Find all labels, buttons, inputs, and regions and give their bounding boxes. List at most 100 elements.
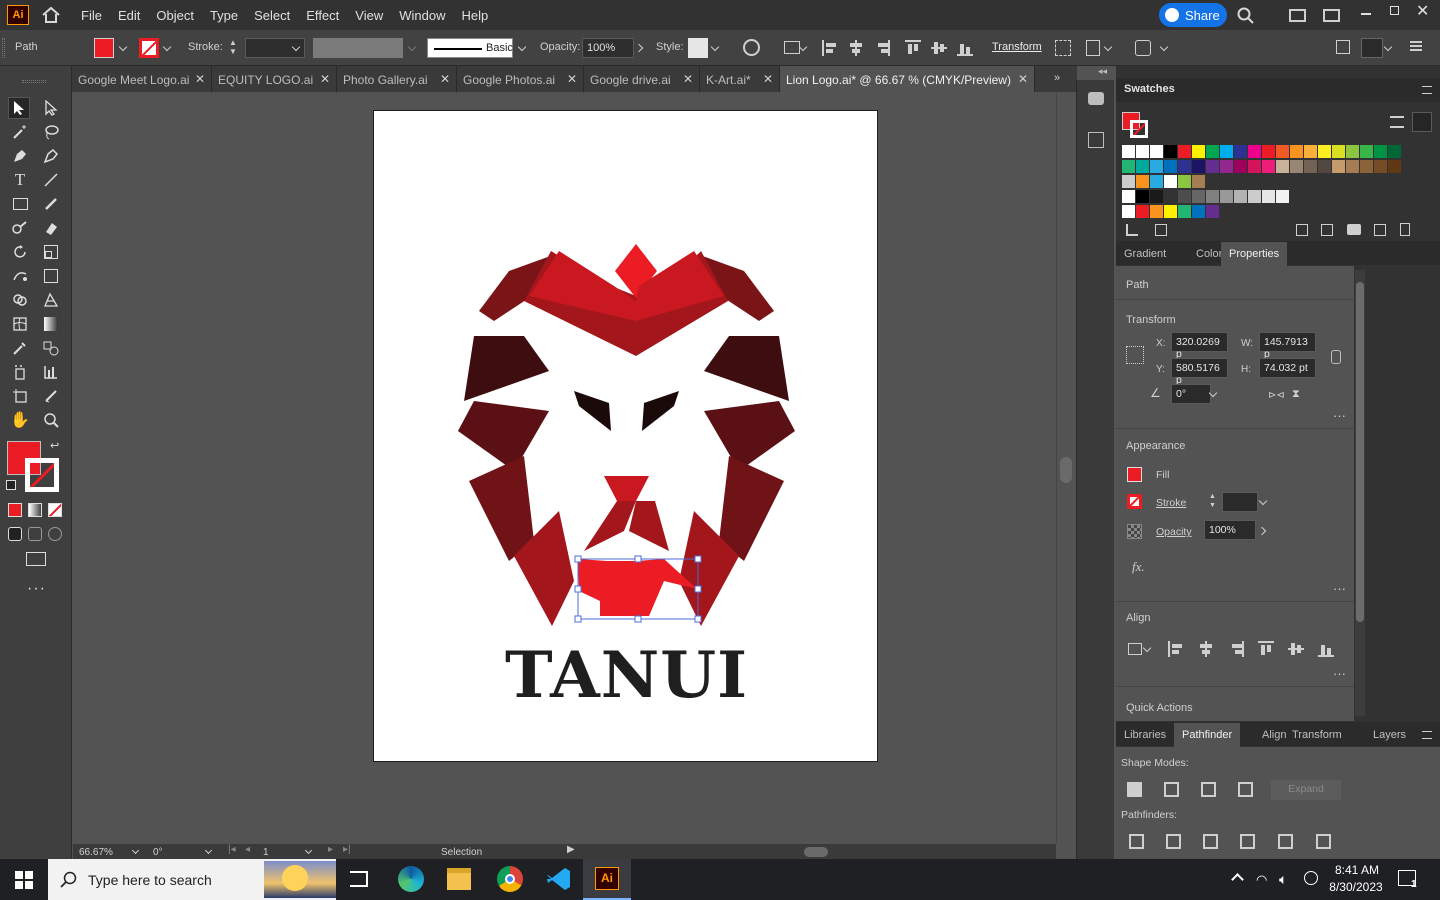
close-tab-icon[interactable]: ✕ (195, 72, 205, 86)
shape-builder-tool-icon[interactable] (9, 289, 31, 311)
color-swatch[interactable] (1150, 145, 1163, 158)
arrange-icon[interactable] (1336, 40, 1350, 54)
file-explorer-icon[interactable] (447, 868, 471, 890)
exclude-icon[interactable] (1238, 782, 1253, 797)
none-mode-button[interactable] (48, 503, 62, 517)
color-swatch[interactable] (1360, 145, 1373, 158)
color-swatch[interactable] (1150, 175, 1163, 188)
color-swatch[interactable] (1178, 190, 1191, 203)
align-to-icon[interactable] (784, 41, 800, 54)
color-swatch[interactable] (1122, 175, 1135, 188)
color-swatch[interactable] (1136, 160, 1149, 173)
menu-effect[interactable]: Effect (298, 8, 347, 23)
color-swatch[interactable] (1136, 190, 1149, 203)
color-swatch[interactable] (1192, 160, 1205, 173)
align-right-icon[interactable] (874, 40, 890, 56)
stroke-link[interactable]: Stroke (1156, 497, 1186, 509)
chevron-down-icon[interactable] (162, 42, 172, 52)
minimize-icon[interactable] (1361, 13, 1371, 15)
tab-k-art[interactable]: K-Art.ai* ✕ (700, 66, 780, 92)
variable-width-profile[interactable] (313, 38, 403, 58)
tab-google-meet-logo[interactable]: Google Meet Logo.ai ✕ (72, 66, 212, 92)
delete-swatch-icon[interactable] (1400, 223, 1410, 236)
color-swatch[interactable] (1220, 160, 1233, 173)
recolor-artwork-icon[interactable] (743, 39, 760, 56)
search-icon[interactable] (1237, 7, 1255, 28)
type-tool-icon[interactable]: T (9, 169, 31, 191)
color-swatch[interactable] (1304, 160, 1317, 173)
menu-object[interactable]: Object (148, 8, 202, 23)
screen-mode-icon[interactable] (26, 552, 46, 566)
blend-tool-icon[interactable] (40, 337, 62, 359)
magic-wand-tool-icon[interactable] (9, 121, 31, 143)
color-swatch[interactable] (1164, 145, 1177, 158)
minus-back-icon[interactable] (1316, 834, 1331, 849)
color-swatch[interactable] (1388, 145, 1401, 158)
network-icon[interactable]: ◠ (1256, 872, 1267, 888)
hand-tool-icon[interactable]: ✋ (9, 409, 31, 431)
tab-photo-gallery[interactable]: Photo Gallery.ai ✕ (337, 66, 457, 92)
x-position-input[interactable]: 320.0269 p (1171, 332, 1228, 360)
chevron-down-icon[interactable] (798, 42, 808, 52)
default-fill-stroke-icon[interactable] (6, 480, 16, 490)
color-swatch[interactable] (1122, 190, 1135, 203)
chevron-down-icon[interactable] (1103, 42, 1113, 52)
tab-libraries[interactable]: Libraries (1116, 723, 1174, 747)
chevron-down-icon[interactable] (517, 42, 527, 52)
color-swatch[interactable] (1262, 190, 1275, 203)
properties-scrollbar[interactable] (1355, 270, 1365, 716)
paintbrush-tool-icon[interactable] (40, 193, 62, 215)
color-swatch[interactable] (1150, 160, 1163, 173)
color-swatch[interactable] (1164, 175, 1177, 188)
color-swatch[interactable] (1136, 175, 1149, 188)
color-swatch[interactable] (1206, 190, 1219, 203)
rotation-input[interactable]: 0° (1171, 384, 1211, 404)
align-top-icon[interactable] (905, 40, 921, 56)
color-swatch[interactable] (1220, 145, 1233, 158)
properties-dock-icon[interactable] (1088, 132, 1104, 148)
color-swatch[interactable] (1290, 145, 1303, 158)
color-swatch[interactable] (1276, 145, 1289, 158)
color-swatch[interactable] (1346, 160, 1359, 173)
close-tab-icon[interactable]: ✕ (567, 72, 577, 86)
y-position-input[interactable]: 580.5176 p (1171, 358, 1228, 386)
edit-toolbar-icon[interactable]: ··· (27, 580, 46, 598)
color-swatch[interactable] (1164, 190, 1177, 203)
color-swatch[interactable] (1332, 145, 1345, 158)
menu-edit[interactable]: Edit (110, 8, 148, 23)
swatch-libraries-icon[interactable] (1126, 224, 1138, 236)
close-tab-icon[interactable]: ✕ (440, 72, 450, 86)
expand-button[interactable]: Expand (1271, 780, 1341, 800)
stroke-color-swatch[interactable] (139, 38, 159, 58)
color-mode-button[interactable] (8, 503, 22, 517)
restore-icon[interactable] (1390, 6, 1399, 15)
clock-date[interactable]: 8/30/2023 (1324, 880, 1388, 894)
chevron-down-icon[interactable] (304, 846, 313, 855)
perspective-grid-tool-icon[interactable] (40, 289, 62, 311)
gradient-tool-icon[interactable] (40, 313, 62, 335)
close-tab-icon[interactable]: ✕ (1018, 72, 1028, 86)
color-swatch[interactable] (1388, 160, 1401, 173)
color-swatch[interactable] (1192, 145, 1205, 158)
align-vertical-center-icon[interactable] (1288, 641, 1304, 657)
outline-icon[interactable] (1278, 834, 1293, 849)
constrain-proportions-icon[interactable] (1331, 350, 1341, 364)
menu-file[interactable]: File (73, 8, 110, 23)
new-group-icon[interactable] (1347, 224, 1361, 235)
status-menu-icon[interactable]: ▶ (567, 844, 575, 855)
flip-horizontal-icon[interactable]: ⊳⊲ (1268, 390, 1285, 401)
stroke-weight-stepper[interactable]: ▲ ▼ (229, 38, 241, 58)
scale-tool-icon[interactable] (40, 241, 62, 263)
rotation-field[interactable]: 0° (153, 847, 208, 858)
fill-color-swatch[interactable] (94, 38, 114, 58)
menu-view[interactable]: View (347, 8, 391, 23)
color-swatch[interactable] (1206, 205, 1219, 218)
arrange-documents-icon[interactable] (1289, 9, 1306, 22)
panel-menu-icon[interactable] (1422, 86, 1432, 94)
horizontal-scrollbar[interactable] (583, 844, 1053, 859)
swatch-options-icon[interactable] (1296, 224, 1308, 236)
intersect-icon[interactable] (1201, 782, 1216, 797)
stroke-swatch-large[interactable] (25, 458, 59, 492)
volume-icon[interactable]: 🔈︎ (1279, 871, 1287, 888)
align-horizontal-center-icon[interactable] (1198, 641, 1214, 657)
